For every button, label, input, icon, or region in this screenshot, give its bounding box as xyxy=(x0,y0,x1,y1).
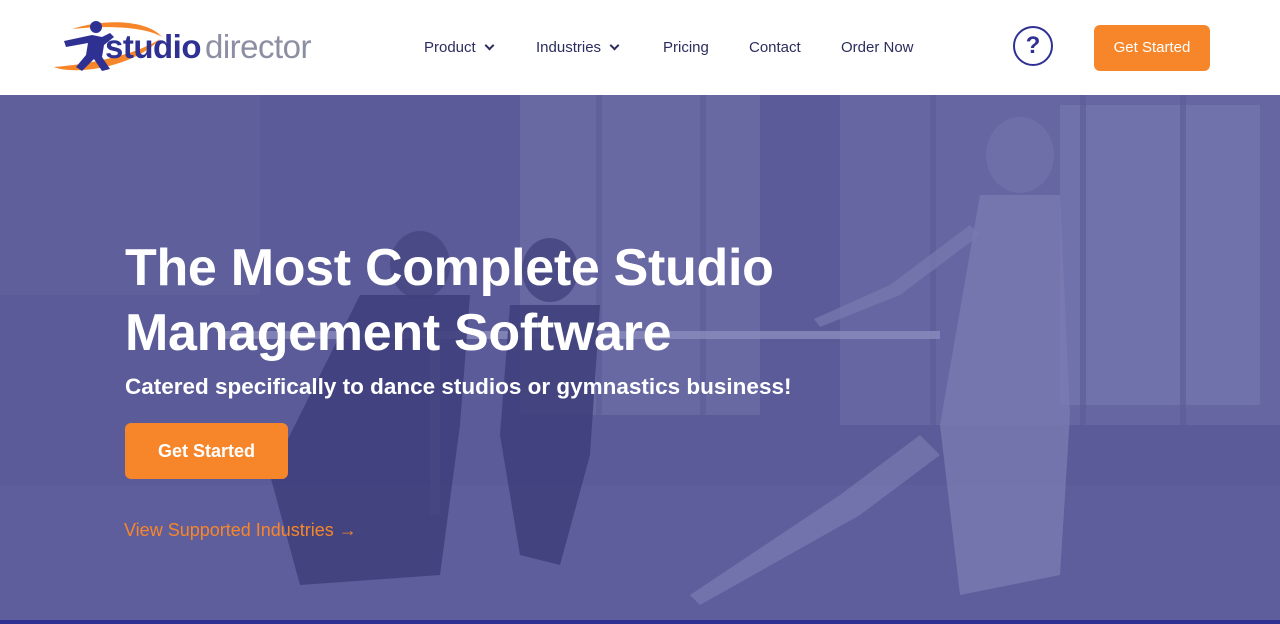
bottom-strip xyxy=(0,620,1280,624)
hero-section: The Most Complete Studio Management Soft… xyxy=(0,95,1280,624)
chevron-down-icon xyxy=(484,40,495,51)
nav-item-contact[interactable]: Contact xyxy=(749,36,801,60)
nav-item-label: Order Now xyxy=(841,39,914,56)
logo-wordmark: studio director xyxy=(105,27,312,67)
nav-item-industries[interactable]: Industries xyxy=(536,36,620,60)
nav-item-product[interactable]: Product xyxy=(424,36,495,60)
hero-title: The Most Complete Studio Management Soft… xyxy=(125,239,774,362)
nav-item-label: Industries xyxy=(536,39,602,56)
site-header: studio director Product Industries Pricin… xyxy=(0,0,1280,95)
header-get-started-button[interactable]: Get Started xyxy=(1094,25,1210,71)
view-supported-industries-link[interactable]: View Supported Industries → xyxy=(124,518,357,542)
chevron-down-icon xyxy=(609,40,620,51)
logo[interactable]: studio director xyxy=(52,17,342,77)
help-icon[interactable]: ? xyxy=(1013,26,1053,66)
nav-item-pricing[interactable]: Pricing xyxy=(663,36,709,60)
nav-item-order-now[interactable]: Order Now xyxy=(841,36,914,60)
hero-get-started-button[interactable]: Get Started xyxy=(125,423,288,479)
logo-word-studio: studio xyxy=(105,28,201,65)
nav-item-label: Pricing xyxy=(663,39,709,56)
hero-subtitle: Catered specifically to dance studios or… xyxy=(125,374,792,399)
nav-item-label: Product xyxy=(424,39,476,56)
nav-item-label: Contact xyxy=(749,39,801,56)
logo-word-director: director xyxy=(204,28,312,65)
